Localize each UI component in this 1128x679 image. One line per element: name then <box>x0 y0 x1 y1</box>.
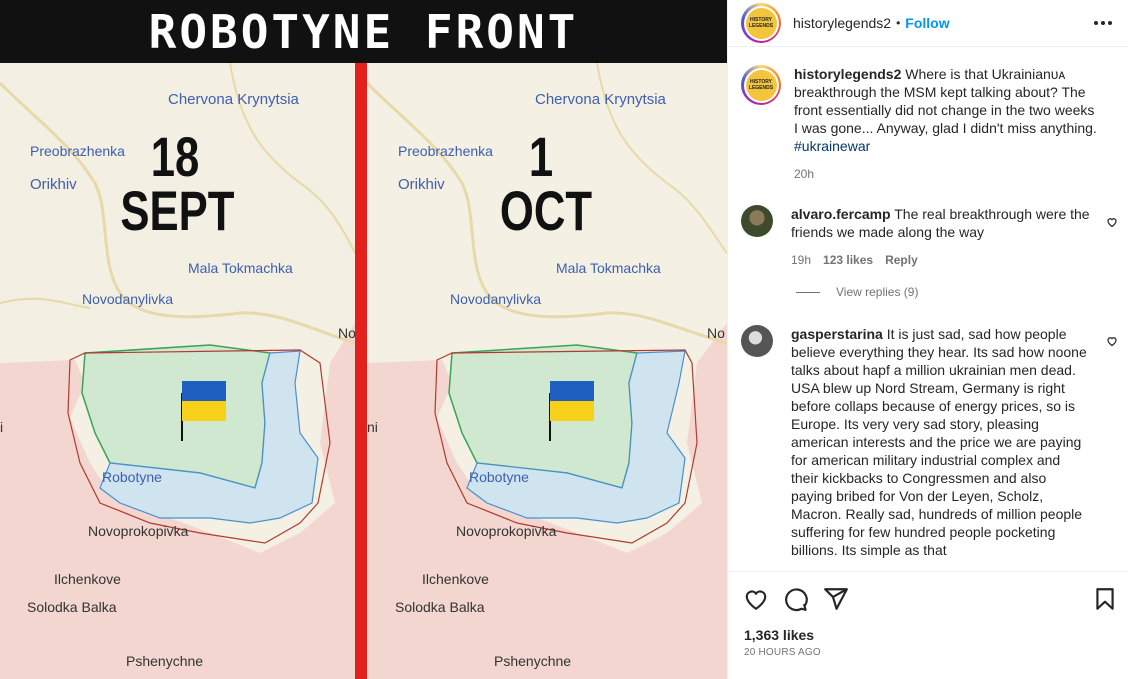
place-novodanylivka: Novodanylivka <box>82 291 174 307</box>
place-ilchenkove: Ilchenkove <box>54 571 121 587</box>
place-cut-ni: ni <box>367 419 378 435</box>
share-icon[interactable] <box>823 586 849 612</box>
likes-count[interactable]: 1,363 likes <box>744 627 814 643</box>
place-cut-no: No <box>707 325 725 341</box>
place-novoprokopivka: Novoprokopivka <box>456 523 557 539</box>
comment-item: gasperstarina It is just sad, sad how pe… <box>741 325 1116 559</box>
date-day-left: 18 <box>150 125 200 188</box>
comment-username[interactable]: alvaro.fercamp <box>791 206 891 222</box>
comment-like-heart-icon[interactable] <box>1106 216 1118 228</box>
follow-button[interactable]: Follow <box>905 15 949 31</box>
author-avatar[interactable]: HISTORY LEGENDS <box>741 3 781 43</box>
reply-button[interactable]: Reply <box>885 251 918 269</box>
bookmark-icon[interactable] <box>1092 586 1118 612</box>
place-chervona-krynytsia: Chervona Krynytsia <box>168 91 299 108</box>
comment-time: 19h <box>791 253 812 267</box>
post-header: HISTORY LEGENDS historylegends2 • Follow <box>728 0 1128 47</box>
map-panel-oct: Chervona Krynytsia Preobrazhenka Orikhiv… <box>367 63 727 679</box>
place-robotyne: Robotyne <box>102 469 162 485</box>
caption-hashtag[interactable]: #ukrainewar <box>794 138 870 154</box>
date-month-left: SEPT <box>120 179 235 242</box>
panel-divider <box>355 63 367 679</box>
place-cut-no: No <box>338 325 355 341</box>
place-novoprokopivka: Novoprokopivka <box>88 523 189 539</box>
avatar-logo: HISTORY LEGENDS <box>745 69 777 101</box>
comment-icon[interactable] <box>783 586 809 612</box>
comment-like-heart-icon[interactable] <box>1106 335 1118 347</box>
caption-avatar[interactable]: HISTORY LEGENDS <box>741 65 781 105</box>
commenter-avatar[interactable] <box>741 205 773 237</box>
place-orikhiv: Orikhiv <box>398 176 445 193</box>
banner-title: ROBOTYNE FRONT <box>148 4 579 59</box>
comments-area[interactable]: HISTORY LEGENDS historylegends2 Where is… <box>728 55 1128 570</box>
caption-time: 20h <box>794 167 815 181</box>
comment-username[interactable]: gasperstarina <box>791 326 883 342</box>
comment-item: alvaro.fercamp The real breakthrough wer… <box>741 205 1116 269</box>
place-solodka-balka: Solodka Balka <box>27 599 117 615</box>
avatar-logo: HISTORY LEGENDS <box>745 7 777 39</box>
heart-icon[interactable] <box>743 586 769 612</box>
place-mala-tokmachka: Mala Tokmachka <box>556 260 661 276</box>
comment-likes[interactable]: 123 likes <box>823 251 873 269</box>
separator-dot: • <box>896 16 901 30</box>
author-username[interactable]: historylegends2 <box>793 15 891 31</box>
place-pshenychne: Pshenychne <box>126 653 204 669</box>
replies-line <box>796 291 820 293</box>
place-ilchenkove: Ilchenkove <box>422 571 489 587</box>
date-month-right: OCT <box>499 179 593 242</box>
view-replies-button[interactable]: View replies (9) <box>796 285 918 299</box>
post-image[interactable]: ROBOTYNE FRONT Chervona Krynytsia Preobr… <box>0 0 727 679</box>
post-timestamp[interactable]: 20 HOURS AGO <box>744 647 821 658</box>
place-orikhiv: Orikhiv <box>30 176 77 193</box>
place-cut-i: i <box>0 419 4 435</box>
map-panel-sept: Chervona Krynytsia Preobrazhenka Orikhiv… <box>0 63 355 679</box>
place-chervona-krynytsia: Chervona Krynytsia <box>535 91 666 108</box>
commenter-avatar[interactable] <box>741 325 773 357</box>
place-preobrazhenka: Preobrazhenka <box>398 143 493 159</box>
place-pshenychne: Pshenychne <box>494 653 572 669</box>
comment-text: It is just sad, sad how people believe e… <box>791 326 1087 558</box>
actions-bar: 1,363 likes 20 HOURS AGO <box>728 571 1128 679</box>
post-sidebar: HISTORY LEGENDS historylegends2 • Follow… <box>727 0 1128 679</box>
date-day-right: 1 <box>528 125 554 188</box>
place-novodanylivka: Novodanylivka <box>450 291 542 307</box>
place-robotyne: Robotyne <box>469 469 529 485</box>
more-icon[interactable] <box>1091 11 1115 35</box>
view-replies-label: View replies (9) <box>836 285 919 299</box>
title-banner: ROBOTYNE FRONT <box>0 0 727 63</box>
place-mala-tokmachka: Mala Tokmachka <box>188 260 293 276</box>
place-preobrazhenka: Preobrazhenka <box>30 143 125 159</box>
place-solodka-balka: Solodka Balka <box>395 599 485 615</box>
caption-username[interactable]: historylegends2 <box>794 66 901 82</box>
caption: HISTORY LEGENDS historylegends2 Where is… <box>741 65 1116 183</box>
